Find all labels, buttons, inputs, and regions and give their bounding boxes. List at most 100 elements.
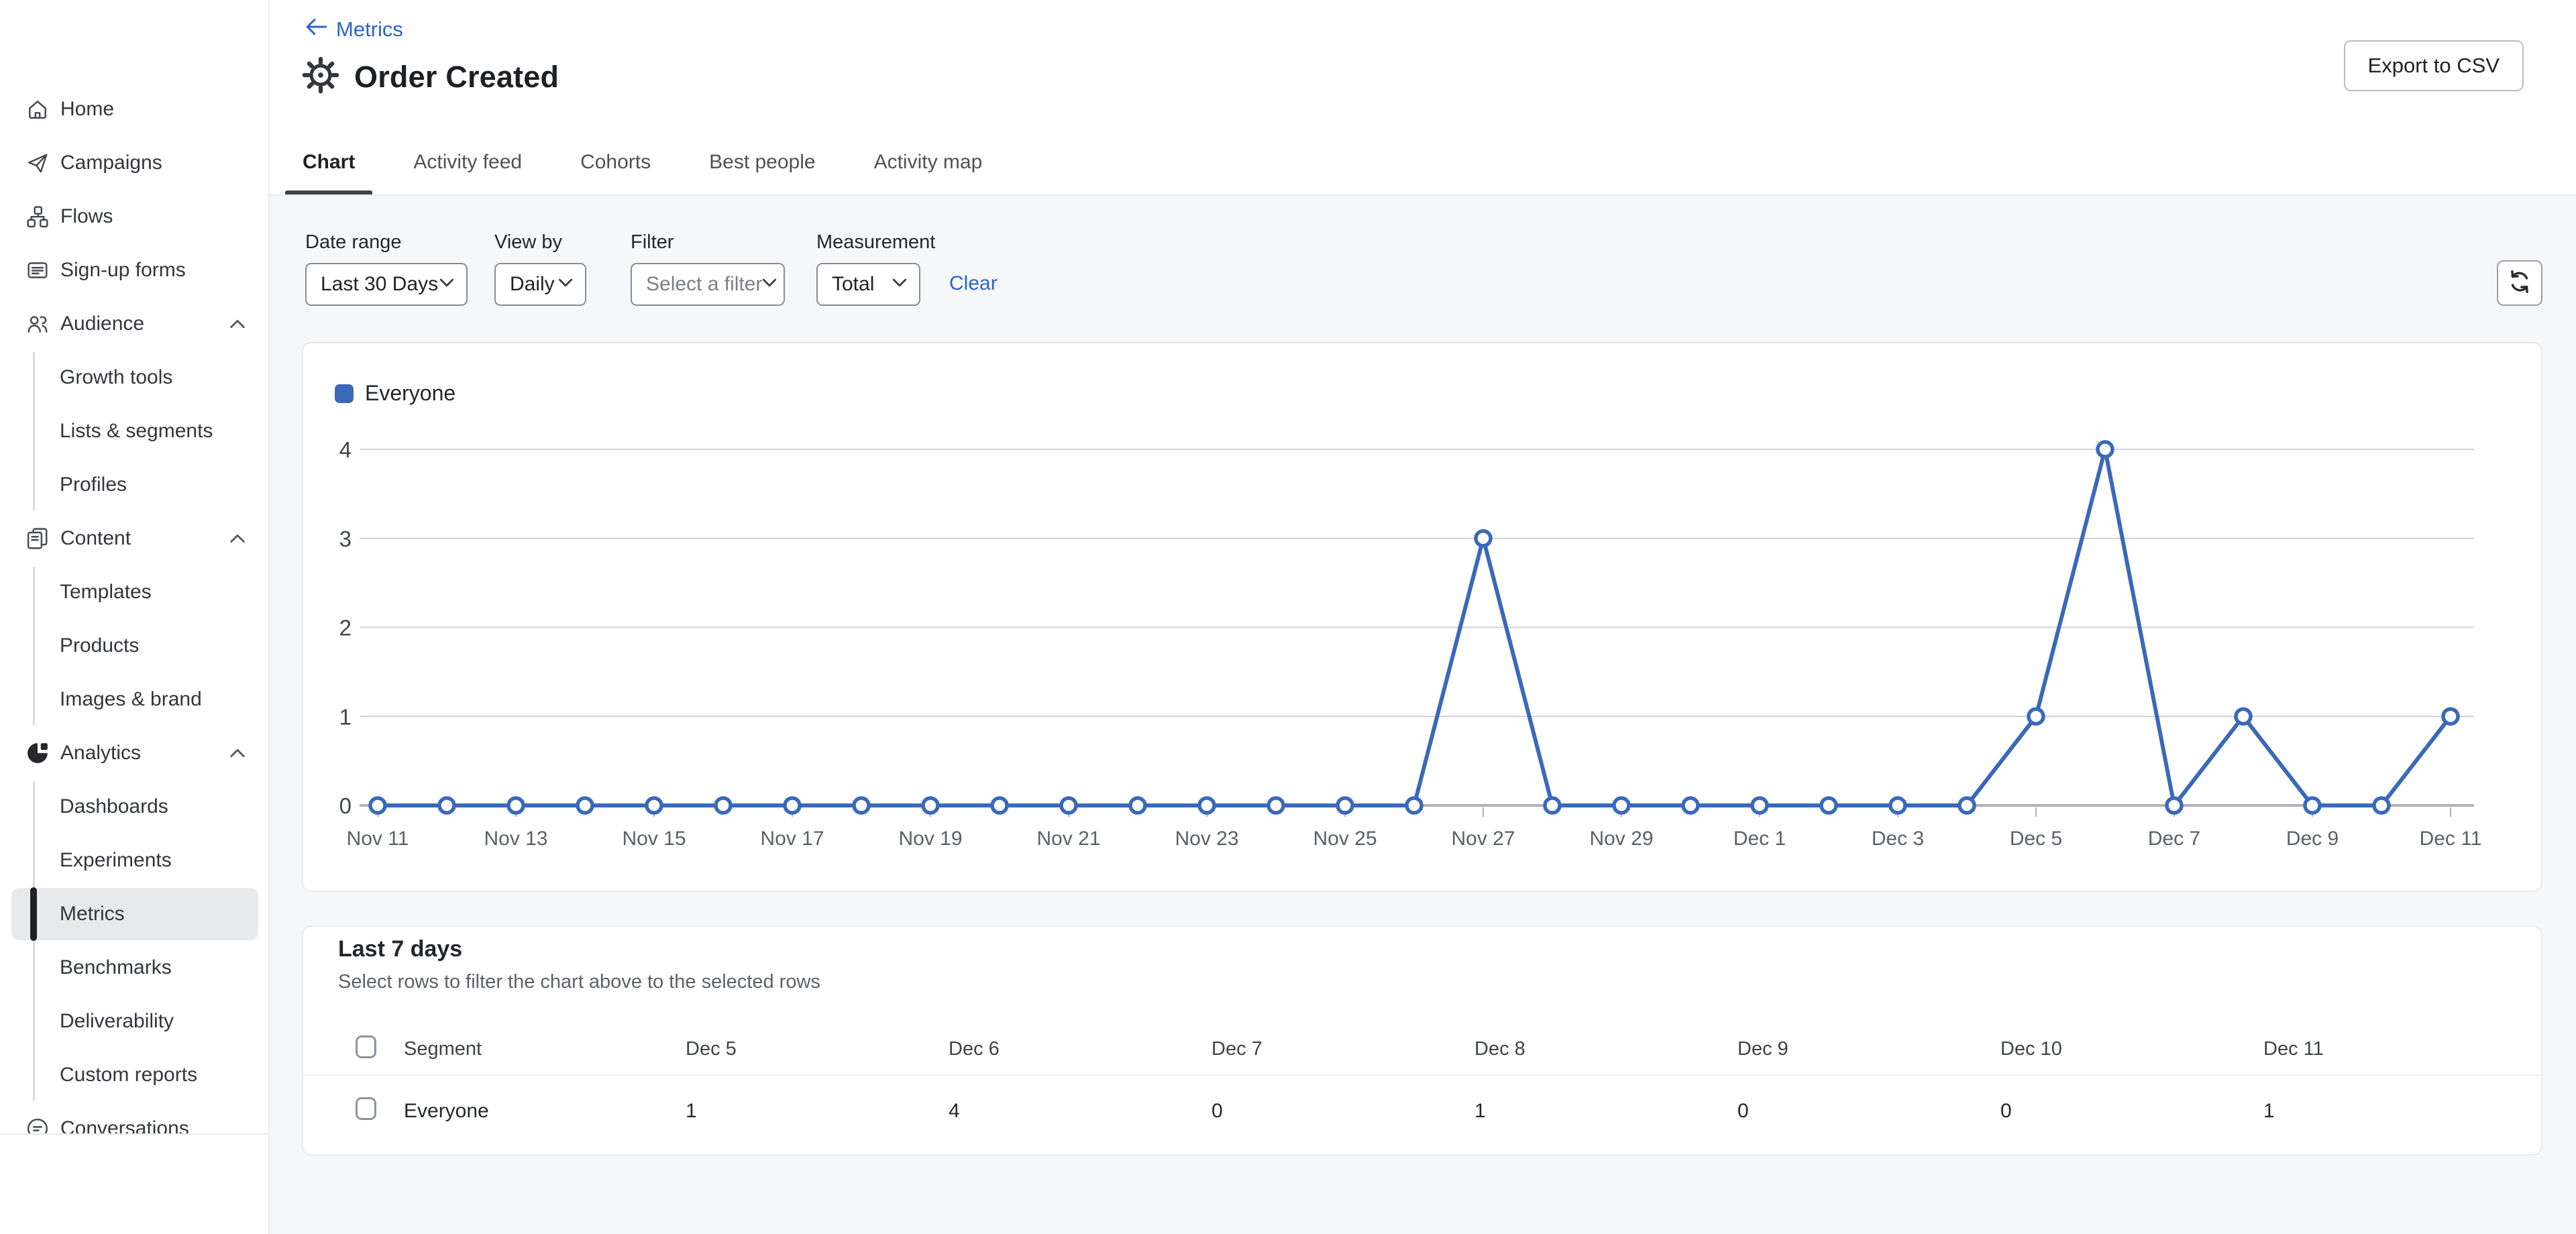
svg-text:1: 1 <box>339 704 352 729</box>
svg-text:Dec 11: Dec 11 <box>2420 828 2482 850</box>
measurement-select[interactable]: Total <box>816 263 920 306</box>
sidebar-nav: Home Campaigns Flows Sign-up forms Audie… <box>0 82 268 1133</box>
tab-activity-map[interactable]: Activity map <box>857 131 1000 196</box>
value-cell-dec-7: 0 <box>1212 1100 1223 1122</box>
last-7-days-card: Last 7 days Select rows to filter the ch… <box>302 925 2542 1156</box>
column-header-dec-7: Dec 7 <box>1212 1038 1263 1060</box>
column-header-dec-10: Dec 10 <box>2000 1038 2062 1060</box>
sidebar-item-content[interactable]: Content <box>0 512 268 565</box>
tab-cohorts[interactable]: Cohorts <box>563 131 668 196</box>
select-all-checkbox[interactable] <box>356 1035 376 1058</box>
sidebar-item-label: Experiments <box>60 849 172 871</box>
view-by-select[interactable]: Daily <box>494 263 586 306</box>
sidebar-subgroup-content: Templates Products Images & brand <box>0 565 268 726</box>
sidebar-subgroup-analytics: Dashboards Experiments Metrics Benchmark… <box>0 780 268 1102</box>
sidebar-item-label: Analytics <box>60 742 142 764</box>
back-arrow-icon <box>305 17 328 42</box>
sidebar-item-label: Custom reports <box>60 1064 198 1086</box>
sidebar-item-products[interactable]: Products <box>0 619 268 673</box>
value-cell-dec-11: 1 <box>2263 1100 2275 1122</box>
sidebar-item-audience[interactable]: Audience <box>0 297 268 351</box>
sidebar-item-benchmarks[interactable]: Benchmarks <box>0 941 268 995</box>
tab-chart[interactable]: Chart <box>285 131 373 196</box>
metric-title-row: Order Created <box>302 56 559 97</box>
measurement-label: Measurement <box>816 231 936 253</box>
svg-text:Nov 13: Nov 13 <box>484 828 547 850</box>
sidebar-item-label: Profiles <box>60 473 127 496</box>
sidebar-item-label: Home <box>60 98 115 120</box>
gear-icon <box>302 56 339 97</box>
people-icon <box>26 313 49 335</box>
sidebar-group-analytics: Analytics Dashboards Experiments Metrics <box>0 726 268 1102</box>
metric-line-chart: 4 3 2 1 0 Nov 11 Nov 13 Nov 15 Nov 17 Nov 19 Nov 2… <box>339 437 2482 850</box>
sidebar-item-analytics[interactable]: Analytics <box>0 726 268 780</box>
home-icon <box>26 98 49 121</box>
sidebar-item-signup-forms[interactable]: Sign-up forms <box>0 243 268 297</box>
sidebar: Home Campaigns Flows Sign-up forms Audie… <box>0 0 270 1234</box>
sidebar-item-metrics[interactable]: Metrics <box>0 887 268 941</box>
sidebar-item-campaigns[interactable]: Campaigns <box>0 136 268 190</box>
sidebar-item-templates[interactable]: Templates <box>0 565 268 619</box>
sidebar-item-growth-tools[interactable]: Growth tools <box>0 351 268 404</box>
segment-name-cell: Everyone <box>404 1100 489 1122</box>
page-title: Order Created <box>354 59 559 94</box>
sidebar-item-label: Templates <box>60 581 152 603</box>
svg-text:0: 0 <box>339 793 352 818</box>
sidebar-item-profiles[interactable]: Profiles <box>0 458 268 512</box>
sidebar-item-lists-segments[interactable]: Lists & segments <box>0 404 268 458</box>
sidebar-item-home[interactable]: Home <box>0 82 268 136</box>
sidebar-item-conversations[interactable]: Conversations <box>0 1102 268 1133</box>
clear-filters-link[interactable]: Clear <box>949 272 998 295</box>
value-cell-dec-8: 1 <box>1474 1100 1486 1122</box>
filter-select[interactable]: Select a filter <box>631 263 785 306</box>
svg-text:4: 4 <box>339 437 352 462</box>
sidebar-item-flows[interactable]: Flows <box>0 190 268 243</box>
tab-best-people[interactable]: Best people <box>692 131 833 196</box>
tab-activity-feed[interactable]: Activity feed <box>396 131 539 196</box>
chart-card: Everyone 4 3 2 1 0 Nov 11 Nov 13 Nov 15 Nov 17 No… <box>302 342 2542 892</box>
sidebar-item-experiments[interactable]: Experiments <box>0 834 268 887</box>
svg-text:3: 3 <box>339 526 352 551</box>
sidebar-group-content: Content Templates Products Images & bran… <box>0 512 268 726</box>
view-by-label: View by <box>494 231 563 253</box>
sidebar-item-deliverability[interactable]: Deliverability <box>0 995 268 1048</box>
svg-text:Nov 29: Nov 29 <box>1589 828 1653 850</box>
sidebar-item-custom-reports[interactable]: Custom reports <box>0 1048 268 1102</box>
svg-text:Dec 3: Dec 3 <box>1872 828 1924 850</box>
column-header-dec-8: Dec 8 <box>1474 1038 1525 1060</box>
sidebar-item-label: Images & brand <box>60 688 202 710</box>
svg-text:Dec 9: Dec 9 <box>2286 828 2339 850</box>
svg-text:Dec 5: Dec 5 <box>2010 828 2062 850</box>
sidebar-item-dashboards[interactable]: Dashboards <box>0 780 268 834</box>
chevron-down-icon <box>558 278 573 290</box>
date-range-select[interactable]: Last 30 Days <box>305 263 468 306</box>
sidebar-item-label: Sign-up forms <box>60 259 186 281</box>
back-to-metrics-link[interactable]: Metrics <box>305 17 403 42</box>
sidebar-item-label: Metrics <box>60 903 125 925</box>
svg-text:2: 2 <box>339 616 352 640</box>
sidebar-item-images-brand[interactable]: Images & brand <box>0 673 268 726</box>
sidebar-item-label: Benchmarks <box>60 956 172 978</box>
sidebar-group-audience: Audience Growth tools Lists & segments P… <box>0 297 268 512</box>
export-to-csv-button[interactable]: Export to CSV <box>2343 40 2524 91</box>
row-checkbox[interactable] <box>356 1097 376 1120</box>
svg-text:Nov 27: Nov 27 <box>1451 828 1515 850</box>
value-cell-dec-9: 0 <box>1737 1100 1749 1122</box>
form-icon <box>26 259 49 282</box>
value-cell-dec-10: 0 <box>2000 1100 2012 1122</box>
sidebar-subgroup-audience: Growth tools Lists & segments Profiles <box>0 351 268 512</box>
paper-plane-icon <box>26 152 49 174</box>
app-root: Home Campaigns Flows Sign-up forms Audie… <box>0 0 2576 1234</box>
column-header-dec-5: Dec 5 <box>686 1038 737 1060</box>
chevron-up-icon <box>229 534 246 543</box>
tab-bar: Chart Activity feed Cohorts Best people … <box>285 131 1023 196</box>
sidebar-item-label: Content <box>60 527 131 549</box>
page-header: Metrics Order Created Export to CSV Char… <box>270 0 2576 196</box>
chat-icon <box>26 1117 49 1133</box>
refresh-button[interactable] <box>2497 260 2542 306</box>
date-range-label: Date range <box>305 231 402 253</box>
svg-text:Nov 17: Nov 17 <box>760 828 824 850</box>
value-cell-dec-5: 1 <box>686 1100 697 1122</box>
chevron-up-icon <box>229 319 246 329</box>
chevron-down-icon <box>762 278 777 290</box>
